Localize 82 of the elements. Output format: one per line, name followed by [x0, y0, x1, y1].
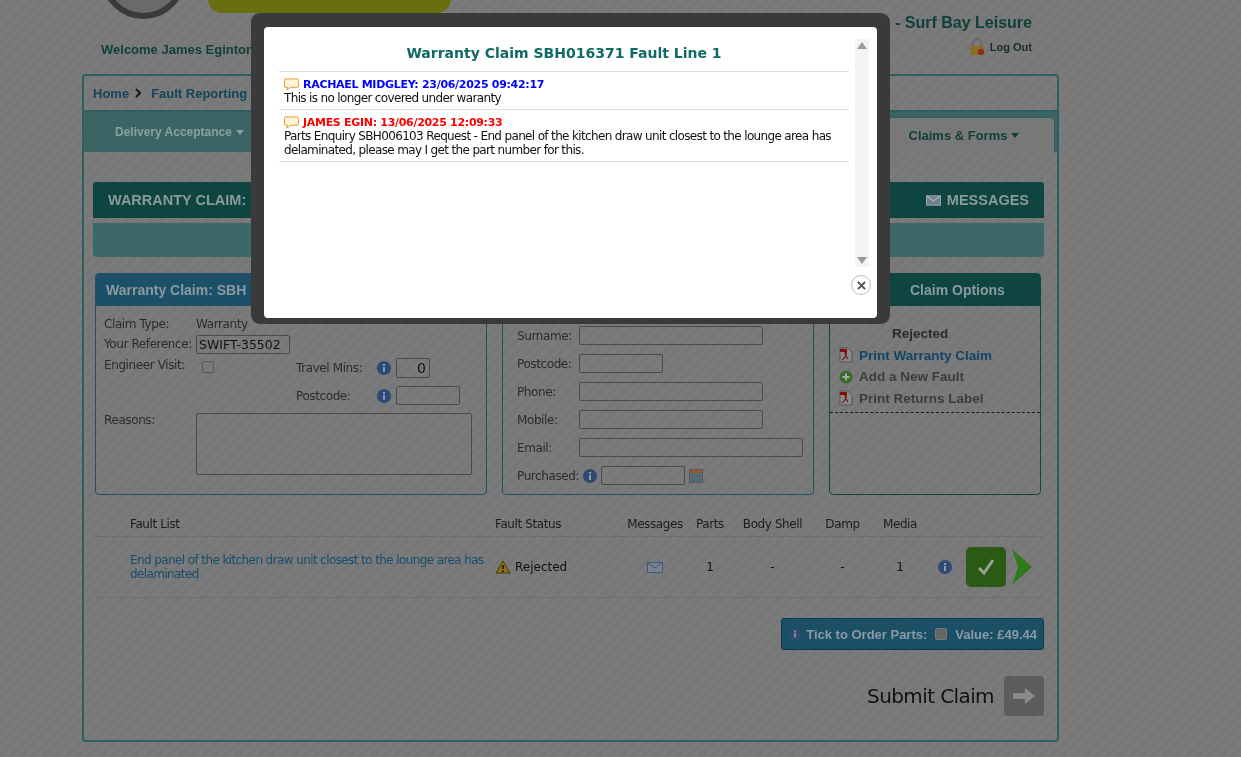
table-cell: -	[770, 560, 775, 574]
travel-mins-field[interactable]: 0	[396, 358, 430, 378]
padlock-icon	[968, 38, 985, 56]
messages-link[interactable]: MESSAGES	[925, 192, 1029, 208]
close-icon	[856, 280, 866, 290]
field-label: Surname:	[517, 328, 573, 343]
fault-status: Rejected	[515, 560, 568, 574]
table-cell: 1	[896, 560, 904, 574]
nav-tab[interactable]: Claims & Forms	[887, 117, 1055, 152]
postcode-field[interactable]	[396, 386, 460, 405]
logout-link[interactable]: Log Out	[968, 38, 1032, 56]
field-label: Your Reference:	[104, 337, 193, 351]
field-label: Email:	[517, 440, 553, 455]
caret-icon	[235, 129, 244, 135]
claim-title: WARRANTY CLAIM:	[108, 192, 247, 208]
scroll-up-icon[interactable]	[857, 42, 867, 49]
input-field[interactable]	[579, 382, 763, 401]
breadcrumb-link[interactable]: Fault Reporting	[151, 85, 248, 101]
input-field[interactable]	[579, 354, 663, 373]
field-label: Purchased:	[517, 468, 579, 483]
order-parts-label: Tick to Order Parts:	[806, 626, 928, 642]
reasons-field[interactable]	[196, 413, 472, 475]
column-header: Body Shell	[741, 517, 804, 531]
column-header: Fault Status	[495, 517, 563, 531]
dialog-title: Warranty Claim SBH016371 Fault Line 1	[279, 27, 849, 72]
envelope-icon	[925, 194, 941, 206]
input-field[interactable]	[579, 410, 763, 429]
check-icon	[976, 557, 996, 577]
approve-button[interactable]	[966, 547, 1006, 587]
caret-icon	[1011, 132, 1020, 138]
info-icon[interactable]	[377, 388, 391, 403]
reference-field[interactable]: SWIFT-35502	[196, 334, 290, 354]
column-header: Messages	[626, 517, 684, 531]
submit-label: Submit Claim	[867, 684, 994, 708]
engineer-visit-checkbox[interactable]	[202, 361, 214, 373]
dealer-name: - Surf Bay Leisure	[895, 14, 1032, 32]
field-label: Postcode:	[517, 356, 573, 371]
close-button[interactable]	[851, 275, 871, 295]
field-label: Reasons:	[104, 413, 156, 429]
scrollbar[interactable]	[855, 39, 869, 267]
submit-button[interactable]	[1004, 676, 1044, 716]
message-author: JAMES EGIN: 13/06/2025 12:09:33	[303, 116, 503, 129]
field-label: Mobile:	[517, 412, 559, 427]
pdf-icon	[839, 347, 853, 363]
speech-bubble-icon	[284, 78, 299, 91]
table-cell: -	[840, 560, 845, 574]
nav-tab[interactable]: Delivery Acceptance	[115, 117, 244, 147]
field-label: Engineer Visit:	[104, 358, 186, 374]
option-link[interactable]: Print Warranty Claim	[859, 347, 993, 363]
table-cell: 1	[706, 560, 714, 574]
order-parts-checkbox[interactable]	[935, 628, 948, 640]
info-icon[interactable]	[377, 361, 391, 375]
chevron-right-icon	[135, 88, 142, 98]
column-header: Media	[881, 517, 918, 531]
column-header: Parts	[695, 517, 725, 531]
breadcrumb-link[interactable]: Home	[93, 85, 130, 101]
fault-link[interactable]: End panel of the kitchen draw unit closest to the lounge area has delaminated	[130, 553, 495, 581]
info-icon[interactable]	[938, 560, 952, 574]
message-text: This is no longer covered under waranty	[284, 91, 502, 105]
parts-value: Value: £49.44	[955, 626, 1037, 642]
plus-icon	[839, 369, 853, 384]
pdf-icon	[839, 390, 853, 406]
warning-icon	[495, 560, 511, 574]
envelope-icon[interactable]	[647, 561, 663, 573]
message-text: Parts Enquiry SBH006103 Request - End panel of the kitchen draw unit closest to the lounge area has delaminated, please may I get the part number for this.	[284, 129, 832, 157]
info-icon[interactable]	[789, 628, 802, 640]
field-label: Travel Mins:	[296, 361, 364, 375]
speech-bubble-icon	[284, 116, 299, 129]
field-label: Phone:	[517, 384, 557, 399]
input-field[interactable]	[601, 466, 685, 485]
claim-status: Rejected	[891, 326, 950, 341]
field-label: Claim Type:	[104, 317, 171, 331]
column-header: Damp	[824, 517, 861, 531]
calendar-icon[interactable]	[689, 468, 703, 483]
input-field[interactable]	[579, 438, 803, 457]
arrow-right-icon	[1012, 686, 1036, 706]
field-label: Postcode:	[296, 388, 352, 403]
claim-type-value: Warranty	[196, 317, 248, 331]
message-author: RACHAEL MIDGLEY: 23/06/2025 09:42:17	[303, 78, 545, 91]
info-icon[interactable]	[583, 468, 597, 483]
column-header: Fault List	[130, 517, 181, 531]
input-field[interactable]	[579, 326, 763, 345]
